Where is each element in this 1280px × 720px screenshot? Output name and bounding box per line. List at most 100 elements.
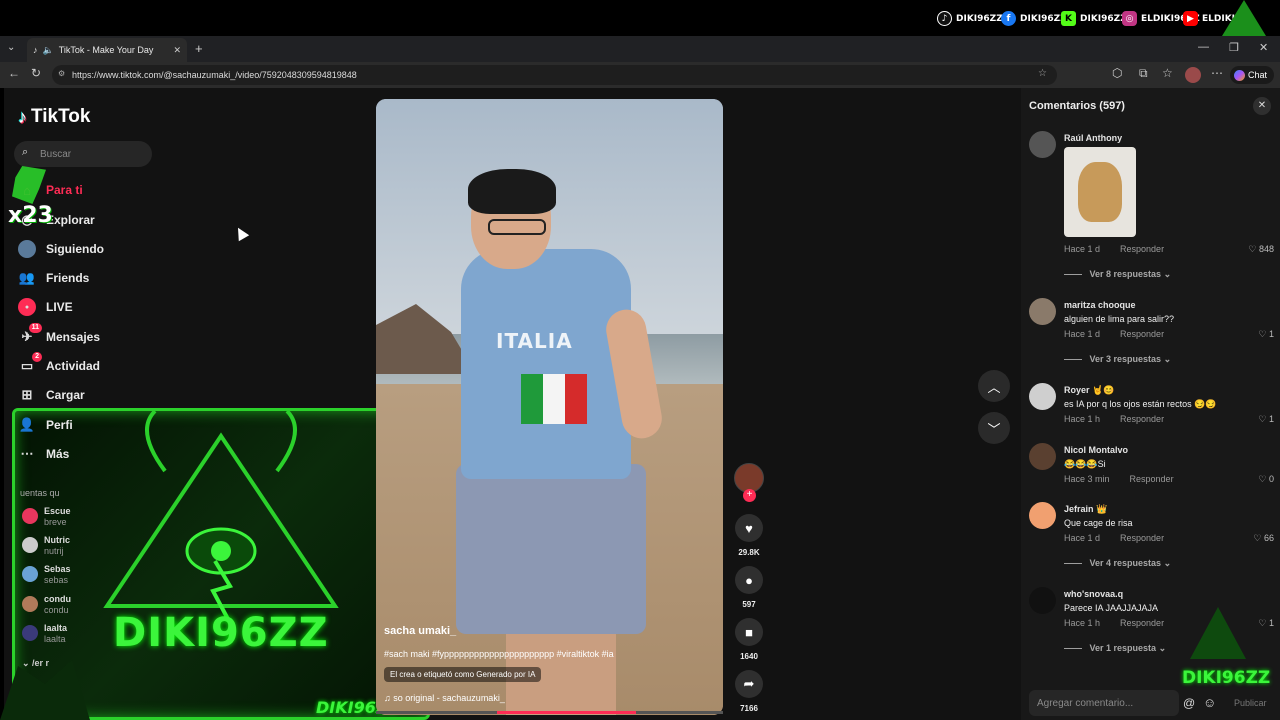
sidebar-item-live[interactable]: ● LIVE xyxy=(18,298,73,316)
avatar[interactable] xyxy=(1029,587,1056,614)
site-info-icon[interactable]: ⚙ xyxy=(58,69,65,78)
reply-button[interactable]: Responder xyxy=(1120,618,1164,628)
comment-sticker-image xyxy=(1064,147,1136,237)
following-avatar-icon xyxy=(18,240,36,258)
tiktok-favicon-icon: ♪ xyxy=(33,45,38,55)
reply-button[interactable]: Responder xyxy=(1120,244,1164,254)
comment-author[interactable]: Raúl Anthony xyxy=(1064,133,1122,143)
profile-avatar[interactable] xyxy=(1185,67,1201,83)
sidebar-item-perfil[interactable]: 👤 Perfi xyxy=(18,416,73,434)
refresh-button[interactable]: ↻ xyxy=(31,66,41,80)
speaker-icon[interactable]: 🔈 xyxy=(43,45,54,56)
sidebar-item-cargar[interactable]: ⊞ Cargar xyxy=(18,386,85,404)
reply-button[interactable]: Responder xyxy=(1130,474,1174,484)
sidebar-item-mensajes[interactable]: ✈ 11 Mensajes xyxy=(18,323,100,346)
mention-icon[interactable]: @ xyxy=(1183,696,1195,710)
minimize-button[interactable]: — xyxy=(1198,41,1209,53)
bookmark-action[interactable]: ■ 1640 xyxy=(735,618,763,661)
window-close-button[interactable]: ✕ xyxy=(1259,41,1268,54)
reply-button[interactable]: Responder xyxy=(1120,533,1164,543)
music-note-icon: ♫ xyxy=(384,693,394,703)
comment-author[interactable]: Royer 🤘😊 xyxy=(1064,385,1114,396)
avatar[interactable] xyxy=(1029,298,1056,325)
stream-overlay-bar: ♪ DIKI96ZZ f DIKI96ZZ K DIKI96ZZ ◎ ELDIKI96Z… xyxy=(0,0,1280,36)
share-icon[interactable]: ➦ xyxy=(735,670,763,698)
address-bar[interactable]: ⚙ https://www.tiktok.com/@sachauzumaki_/… xyxy=(52,65,1057,85)
messages-icon: ✈ 11 xyxy=(18,323,42,346)
heart-outline-icon: ♡ xyxy=(1253,533,1264,543)
reply-button[interactable]: Responder xyxy=(1120,329,1164,339)
like-action[interactable]: ♥ 29.8K xyxy=(735,514,763,557)
search-input[interactable]: ⌕ Buscar xyxy=(14,141,152,167)
sidebar-item-actividad[interactable]: ▭ 2 Actividad xyxy=(18,352,100,375)
comment-like[interactable]: ♡ 1 xyxy=(1258,414,1274,425)
close-comments-button[interactable]: ✕ xyxy=(1253,97,1271,115)
comment-like[interactable]: ♡ 1 xyxy=(1258,618,1274,629)
comment-like[interactable]: ♡ 848 xyxy=(1248,244,1274,255)
sidebar-item-mas[interactable]: ⋯ Más xyxy=(18,445,70,463)
messages-badge: 11 xyxy=(28,323,42,333)
emoji-icon[interactable]: ☺ xyxy=(1203,695,1216,710)
comment-action[interactable]: ● 597 xyxy=(735,566,763,609)
shirt-print-text: ITALIA xyxy=(496,329,573,353)
tiktok-logo[interactable]: ♪ TikTok xyxy=(18,106,90,128)
settings-menu-icon[interactable]: ⋯ xyxy=(1211,66,1223,80)
heart-outline-icon: ♡ xyxy=(1258,474,1269,484)
video-author-name[interactable]: sacha umaki_ xyxy=(384,625,456,637)
comment-author[interactable]: who'snovaa.q xyxy=(1064,589,1123,599)
share-action[interactable]: ➦ 7166 xyxy=(735,670,763,713)
comment-like[interactable]: ♡ 66 xyxy=(1253,533,1274,544)
avatar[interactable] xyxy=(1029,502,1056,529)
post-comment-button[interactable]: Publicar xyxy=(1234,698,1267,708)
video-player[interactable]: ITALIA xyxy=(376,99,723,715)
avatar[interactable] xyxy=(1029,383,1056,410)
view-replies-button[interactable]: —— Ver 3 respuestas ⌄ xyxy=(1064,354,1171,365)
comment-author[interactable]: Jefrain 👑 xyxy=(1064,504,1107,515)
previous-video-button[interactable]: ︿ xyxy=(978,370,1010,402)
view-replies-button[interactable]: —— Ver 1 respuesta ⌄ xyxy=(1064,643,1166,654)
avatar xyxy=(22,625,38,641)
comment-author[interactable]: Nicol Montalvo xyxy=(1064,445,1128,455)
sidebar-item-friends[interactable]: 👥 Friends xyxy=(18,269,89,287)
sidebar-item-siguiendo[interactable]: Siguiendo xyxy=(18,240,104,258)
next-video-button[interactable]: ﹀ xyxy=(978,412,1010,444)
chevron-down-icon: ﹀ xyxy=(987,421,1001,437)
extensions-icon[interactable]: ⬡ xyxy=(1112,66,1122,80)
tiktok-note-icon: ♪ xyxy=(18,106,27,127)
comment-icon[interactable]: ● xyxy=(735,566,763,594)
comment-text: es IA por q los ojos están rectos 😏😏 xyxy=(1064,399,1217,409)
kick-icon: K xyxy=(1061,11,1076,26)
more-icon: ⋯ xyxy=(20,446,34,461)
video-progress-fill xyxy=(497,711,637,714)
follow-button[interactable]: + xyxy=(743,489,756,502)
avatar[interactable] xyxy=(1029,443,1056,470)
new-tab-button[interactable]: + xyxy=(195,41,203,56)
avatar xyxy=(22,566,38,582)
close-tab-icon[interactable]: ✕ xyxy=(173,45,181,56)
browser-tab[interactable]: ♪ 🔈 TikTok - Make Your Day ✕ xyxy=(27,38,187,62)
comment-author[interactable]: maritza chooque xyxy=(1064,300,1136,310)
restore-button[interactable]: ❐ xyxy=(1229,41,1239,54)
bookmark-icon[interactable]: ■ xyxy=(735,618,763,646)
reply-button[interactable]: Responder xyxy=(1120,414,1164,424)
heart-icon[interactable]: ♥ xyxy=(735,514,763,542)
see-more-link[interactable]: ⌄ /er r xyxy=(22,658,49,669)
view-replies-button[interactable]: —— Ver 8 respuestas ⌄ xyxy=(1064,269,1171,280)
comment-input[interactable]: Agregar comentario... xyxy=(1029,690,1179,716)
tab-list-chevron-icon[interactable]: ⌄ xyxy=(7,42,15,53)
avatar xyxy=(22,508,38,524)
comment-like[interactable]: ♡ 0 xyxy=(1258,474,1274,485)
youtube-icon: ▶ xyxy=(1183,11,1198,26)
collections-icon[interactable]: ⧉ xyxy=(1139,66,1148,81)
back-button[interactable]: ← xyxy=(8,66,20,80)
copilot-chat-button[interactable]: Chat xyxy=(1230,66,1274,84)
video-progress-bar[interactable] xyxy=(376,711,723,714)
comment-like[interactable]: ♡ 1 xyxy=(1258,329,1274,340)
video-music[interactable]: ♫ so original - sachauzumaki_ xyxy=(384,693,505,703)
italian-flag-icon xyxy=(521,374,587,424)
favorites-icon[interactable]: ☆ xyxy=(1162,66,1173,80)
view-replies-button[interactable]: —— Ver 4 respuestas ⌄ xyxy=(1064,558,1171,569)
video-person-shirt xyxy=(461,249,631,479)
favorite-star-icon[interactable]: ☆ xyxy=(1038,68,1047,79)
avatar[interactable] xyxy=(1029,131,1056,158)
